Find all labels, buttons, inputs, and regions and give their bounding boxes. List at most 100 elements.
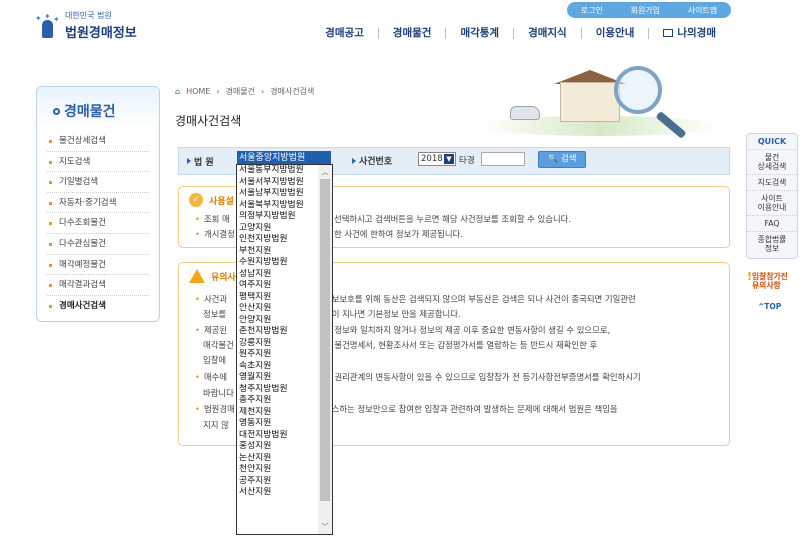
breadcrumb: ⌂ HOME › 경매물건 › 경매사건검색 xyxy=(175,86,314,97)
court-option[interactable]: 수원지방법원 xyxy=(237,257,319,269)
car-icon xyxy=(510,106,540,120)
sidebar-item[interactable]: 지도검색 xyxy=(47,152,149,173)
year-value: 2018 xyxy=(421,154,443,164)
court-option[interactable]: 여주지원 xyxy=(237,280,319,292)
court-option[interactable]: 인천지방법원 xyxy=(237,234,319,246)
top-button-label: TOP xyxy=(764,302,782,311)
sidebar-item[interactable]: 기일별검색 xyxy=(47,172,149,193)
circle-bullet-icon xyxy=(53,108,60,115)
court-option[interactable]: 청주지방법원 xyxy=(237,384,319,396)
nav-sale-stats[interactable]: 매각통계 xyxy=(445,28,513,39)
main-navigation: 경매공고 경매물건 매각통계 경매지식 이용안내 나의경매 xyxy=(311,28,730,39)
court-option[interactable]: 강릉지원 xyxy=(237,338,319,350)
court-option[interactable]: 서울북부지방법원 xyxy=(237,200,319,212)
search-button[interactable]: 🔍 검색 xyxy=(538,151,586,168)
case-type-label: 타경 xyxy=(459,156,475,166)
chevron-down-icon[interactable]: ﹀ xyxy=(320,522,330,532)
case-number-input[interactable] xyxy=(481,152,525,166)
sidebar-item[interactable]: 매각결과검색 xyxy=(47,275,149,296)
quick-menu-item[interactable]: 사이트 이용안내 xyxy=(747,191,797,216)
breadcrumb-arrow-icon: › xyxy=(216,87,220,96)
quick-menu-title: QUICK xyxy=(747,134,797,150)
sidebar-title-text: 경매물건 xyxy=(64,104,116,120)
court-option[interactable]: 부천지원 xyxy=(237,246,319,258)
sidebar-item[interactable]: 다수조회물건 xyxy=(47,213,149,234)
notice-line: 비스하는 정보만으로 참여한 입찰과 관련하여 발생하는 문제에 대해서 법원은… xyxy=(324,404,618,414)
scrollbar-thumb[interactable] xyxy=(320,179,330,501)
court-select[interactable]: 서울중앙지방법원 xyxy=(237,151,331,165)
breadcrumb-home[interactable]: HOME xyxy=(186,87,210,96)
court-option[interactable]: 원주지원 xyxy=(237,349,319,361)
quick-menu-item[interactable]: 지도검색 xyxy=(747,175,797,191)
sidebar-item[interactable]: 경매사건검색 xyxy=(47,296,149,317)
court-dropdown-list[interactable]: 서울동부지방법원 서울서부지방법원 서울남부지방법원 서울북부지방법원 의정부지방법원 고… xyxy=(236,164,333,535)
top-utility-bar: 로그인 회원가입 사이트맵 xyxy=(567,2,731,18)
court-option[interactable]: 속초지원 xyxy=(237,361,319,373)
bid-notice-text: 입찰참가전 유의사항 xyxy=(752,272,788,290)
left-sidebar: 경매물건 물건상세검색 지도검색 기일별검색 자동차·중기검색 다수조회물건 다수관심물건… xyxy=(36,86,160,322)
notice-line: 정보보호를 위해 동산은 검색되지 않으며 부동산은 검색은 되나 사건이 종국… xyxy=(324,294,636,304)
notice-line: 제공된 xyxy=(195,324,227,336)
court-option[interactable]: 제천지원 xyxy=(237,407,319,419)
notice-line: 매각물건 xyxy=(203,340,234,350)
sidebar-item[interactable]: 매각예정물건 xyxy=(47,255,149,276)
login-link[interactable]: 로그인 xyxy=(581,5,603,16)
court-option[interactable]: 성남지원 xyxy=(237,269,319,281)
sidebar-item[interactable]: 다수관심물건 xyxy=(47,234,149,255)
bid-notice-link[interactable]: ! 입찰참가전 유의사항 xyxy=(747,271,800,290)
quick-menu-item[interactable]: FAQ xyxy=(747,216,797,232)
site-logo[interactable]: ✦ ✦ ✦ 대한민국 법원 법원경매정보 xyxy=(34,10,137,41)
sidebar-title: 경매물건 xyxy=(37,87,159,127)
court-option[interactable]: 충주지원 xyxy=(237,395,319,407)
court-option[interactable]: 영동지원 xyxy=(237,418,319,430)
signup-link[interactable]: 회원가입 xyxy=(631,5,660,16)
quick-menu: QUICK 물건 상세검색 지도검색 사이트 이용안내 FAQ 종합법률 정보 xyxy=(746,133,798,259)
usage-title-text: 사용설 xyxy=(209,196,234,207)
case-number-label-text: 사건번호 xyxy=(359,157,393,167)
quick-menu-item[interactable]: 종합법률 정보 xyxy=(747,232,797,256)
court-option[interactable]: 서울서부지방법원 xyxy=(237,177,319,189)
nav-auction-notice[interactable]: 경매공고 xyxy=(311,28,378,39)
notice-line: 지지 않 xyxy=(203,420,229,430)
year-select[interactable]: 2018 ▼ xyxy=(418,152,456,166)
hero-illustration xyxy=(480,66,720,146)
court-option[interactable]: 안양지원 xyxy=(237,315,319,327)
nav-my-auction[interactable]: 나의경매 xyxy=(648,28,730,39)
quick-menu-item[interactable]: 물건 상세검색 xyxy=(747,150,797,175)
court-option[interactable]: 서울남부지방법원 xyxy=(237,188,319,200)
usage-guide-title: ✓ 사용설 xyxy=(189,193,234,207)
court-option[interactable]: 서산지원 xyxy=(237,487,319,499)
nav-auction-knowledge[interactable]: 경매지식 xyxy=(513,28,581,39)
quick-menu-items: 물건 상세검색 지도검색 사이트 이용안내 FAQ 종합법률 정보 xyxy=(747,150,797,256)
magnifier-icon xyxy=(614,66,662,114)
nav-auction-items[interactable]: 경매물건 xyxy=(377,28,446,39)
court-option[interactable]: 춘천지방법원 xyxy=(237,326,319,338)
court-option[interactable]: 고양지원 xyxy=(237,223,319,235)
notice-line: 정보를 xyxy=(203,309,227,319)
notice-title: 유의사 xyxy=(189,269,236,283)
arrow-icon xyxy=(352,158,356,164)
court-option[interactable]: 영월지원 xyxy=(237,372,319,384)
court-option[interactable]: 의정부지방법원 xyxy=(237,211,319,223)
court-option[interactable]: 평택지원 xyxy=(237,292,319,304)
notice-line: 된 정보와 일치하지 않거나 정보의 제공 이후 중요한 변동사항이 생길 수 … xyxy=(324,325,611,335)
sidebar-item[interactable]: 물건상세검색 xyxy=(47,131,149,152)
logo-title: 법원경매정보 xyxy=(65,26,137,41)
court-option[interactable]: 대전지방법원 xyxy=(237,430,319,442)
usage-line: 한 사건에 한하여 정보가 제공됩니다. xyxy=(334,229,463,239)
sidebar-item[interactable]: 자동차·중기검색 xyxy=(47,193,149,214)
dropdown-scrollbar[interactable]: ︿ ﹀ xyxy=(318,165,332,534)
court-option[interactable]: 논산지원 xyxy=(237,453,319,465)
court-option[interactable]: 안산지원 xyxy=(237,303,319,315)
court-logo-icon: ✦ ✦ ✦ xyxy=(34,12,60,40)
court-option[interactable]: 천안지원 xyxy=(237,464,319,476)
court-option[interactable]: 서울동부지방법원 xyxy=(237,165,319,177)
court-option[interactable]: 홍성지원 xyxy=(237,441,319,453)
usage-line: 조회 매 xyxy=(195,213,230,225)
sitemap-link[interactable]: 사이트맵 xyxy=(688,5,717,16)
breadcrumb-category[interactable]: 경매물건 xyxy=(226,86,255,97)
top-button[interactable]: ^TOP xyxy=(758,302,781,311)
court-option[interactable]: 공주지원 xyxy=(237,476,319,488)
nav-usage-guide[interactable]: 이용안내 xyxy=(580,28,649,39)
chevron-up-icon[interactable]: ︿ xyxy=(320,167,330,177)
